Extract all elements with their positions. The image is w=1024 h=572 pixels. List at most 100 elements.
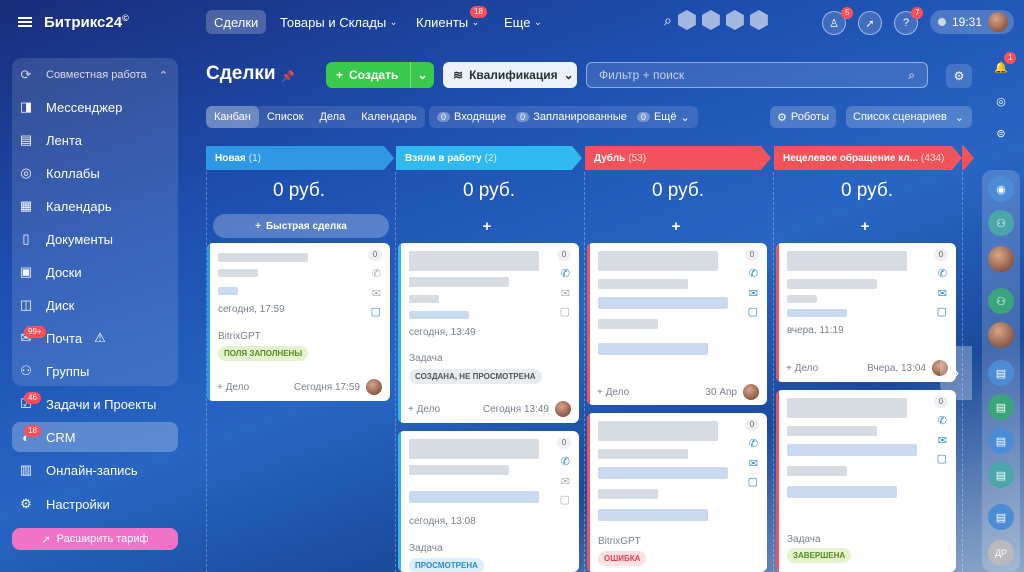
user-avatar[interactable] (988, 12, 1009, 32)
deal-card[interactable]: BitrixGPT ОШИБКА 0 ✆ ✉ ▢ (587, 413, 767, 572)
view-calendar[interactable]: Календарь (353, 106, 425, 128)
chevron-up-icon[interactable]: ⌃ (159, 69, 168, 82)
contact-avatar[interactable] (988, 322, 1014, 348)
sidebar-item-disk[interactable]: ◫ Диск (12, 290, 178, 320)
group-avatar[interactable]: ⚇ (988, 288, 1014, 314)
chat-icon[interactable]: ▢ (937, 305, 947, 318)
users-button[interactable]: ♙ 5 (822, 7, 854, 35)
filter-input[interactable] (587, 63, 887, 87)
deal-card[interactable]: сегодня, 13:08 Задача ПРОСМОТРЕНА 0 ✆ ✉ … (398, 431, 579, 572)
deal-card[interactable]: 0 ✆ ✉ ▢ + Дело 30 Апр (587, 243, 767, 405)
mail-icon[interactable]: ✉ (938, 434, 947, 447)
add-activity-link[interactable]: + Дело (408, 404, 440, 415)
tab-deals[interactable]: Сделки (206, 10, 267, 34)
phone-icon[interactable]: ✆ (938, 414, 947, 427)
rocket-button[interactable]: ➚ (858, 11, 882, 35)
responsible-avatar[interactable] (366, 379, 382, 395)
create-dropdown-toggle[interactable]: ⌄ (410, 62, 434, 88)
view-list[interactable]: Список (259, 106, 312, 128)
contact-card-icon[interactable]: ▤ (988, 428, 1014, 454)
clock-button[interactable]: 19:31 (930, 10, 1014, 34)
column-header-next[interactable] (962, 146, 974, 170)
mail-icon[interactable]: ✉ (938, 287, 947, 300)
help-button[interactable]: ? 7 (894, 7, 924, 35)
sidebar-item-tasks[interactable]: ☑ Задачи и Проекты 46 (12, 389, 178, 419)
sidebar-item-collabs[interactable]: ◎ Коллабы (12, 158, 178, 188)
deal-card[interactable]: сегодня, 17:59 BitrixGPT ПОЛЯ ЗАПОЛНЕНЫ … (207, 243, 390, 401)
mail-icon[interactable]: ✉ (372, 287, 381, 300)
search-icon[interactable]: ⌕ (908, 68, 915, 83)
scroll-right-arrow-icon[interactable]: › (940, 346, 972, 400)
menu-burger-icon[interactable] (18, 17, 32, 27)
counter-more[interactable]: 0 Ещё ⌄ (636, 111, 690, 124)
settings-button[interactable]: ⚙ (946, 64, 972, 88)
top-search[interactable]: ⌕ (664, 10, 768, 30)
phone-icon[interactable]: ✆ (749, 267, 758, 280)
contact-card-icon[interactable]: ▤ (988, 462, 1014, 488)
column-header-non-target[interactable]: Нецелевое обращение кл... (434) (774, 146, 962, 170)
phone-icon[interactable]: ✆ (749, 437, 758, 450)
column-header-duplicate[interactable]: Дубль (53) (585, 146, 771, 170)
tab-clients[interactable]: Клиенты ⌄ 18 (408, 6, 487, 34)
add-deal-plus-icon[interactable]: + (586, 218, 766, 235)
sidebar-item-crm[interactable]: ◐ CRM 18 (12, 422, 178, 452)
contact-avatar[interactable] (988, 246, 1014, 272)
chat-icon[interactable]: ▢ (560, 493, 570, 506)
deal-card[interactable]: Задача ЗАВЕРШЕНА 0 ✆ ✉ ▢ (776, 390, 956, 572)
counter-incoming[interactable]: 0 Входящие (437, 111, 506, 123)
mail-icon[interactable]: ✉ (749, 457, 758, 470)
chat-icon[interactable]: ▢ (937, 452, 947, 465)
create-button[interactable]: + Создать ⌄ (326, 62, 434, 88)
sidebar-item-settings[interactable]: ⚙ Настройки (12, 489, 178, 519)
view-kanban[interactable]: Канбан (206, 106, 259, 128)
sidebar-item-documents[interactable]: ▯ Документы (12, 224, 178, 254)
phone-icon[interactable]: ✆ (561, 455, 570, 468)
chat-icon[interactable]: ▢ (560, 305, 570, 318)
copilot-icon[interactable]: ◎ (988, 88, 1014, 114)
column-header-in-work[interactable]: Взяли в работу (2) (396, 146, 582, 170)
qualification-button[interactable]: ≋ Квалификация ⌄ (443, 62, 577, 88)
contact-card-icon[interactable]: ▤ (988, 360, 1014, 386)
sidebar-item-mail[interactable]: ✉ Почта ⚠ 99+ (12, 323, 178, 353)
phone-icon[interactable]: ✆ (561, 267, 570, 280)
sidebar-item-messenger[interactable]: ◨ Мессенджер (12, 92, 178, 122)
sidebar-item-feed[interactable]: ▤ Лента (12, 125, 178, 155)
search-icon[interactable]: ⌕ (664, 12, 672, 29)
mail-icon[interactable]: ✉ (561, 475, 570, 488)
phone-icon[interactable]: ✆ (372, 267, 381, 280)
filter-search[interactable]: ⌕ (586, 62, 928, 88)
sidebar-item-boards[interactable]: ▣ Доски (12, 257, 178, 287)
group-avatar[interactable]: ⚇ (988, 210, 1014, 236)
add-activity-link[interactable]: + Дело (597, 387, 629, 398)
sidebar-item-groups[interactable]: ⚇ Группы (12, 356, 178, 386)
responsible-avatar[interactable] (555, 401, 571, 417)
upgrade-button[interactable]: ➚ Расширить тариф (12, 528, 178, 550)
sidebar-group-header[interactable]: ⟳ Совместная работа ⌃ (12, 60, 178, 90)
add-deal-plus-icon[interactable]: + (397, 218, 577, 235)
contact-card-icon[interactable]: ▤ (988, 394, 1014, 420)
app-logo[interactable]: Битрикс24© (44, 13, 129, 31)
chat-icon[interactable]: ▢ (748, 305, 758, 318)
chat-search-icon[interactable]: ⊜ (988, 120, 1014, 146)
add-activity-link[interactable]: + Дело (786, 363, 818, 374)
responsible-avatar[interactable] (743, 384, 759, 400)
contact-card-icon[interactable]: ▤ (988, 504, 1014, 530)
tab-products[interactable]: Товары и Склады ⌄ (272, 10, 405, 34)
contact-avatar[interactable]: ◉ (988, 176, 1014, 202)
deal-card[interactable]: сегодня, 13:49 Задача СОЗДАНА, НЕ ПРОСМО… (398, 243, 579, 423)
deal-card[interactable]: вчера, 11:19 0 ✆ ✉ ▢ + Дело Вчера, 13:04 (776, 243, 956, 382)
sidebar-item-calendar[interactable]: ▦ Календарь (12, 191, 178, 221)
counter-planned[interactable]: 0 Запланированные (516, 111, 627, 123)
pin-icon[interactable]: 📌 (281, 70, 295, 83)
add-activity-link[interactable]: + Дело (217, 382, 249, 393)
view-activities[interactable]: Дела (311, 106, 353, 128)
sidebar-item-booking[interactable]: ▥ Онлайн-запись (12, 455, 178, 485)
contact-initials[interactable]: ДР (988, 540, 1014, 566)
robots-button[interactable]: ⚙ Роботы (770, 106, 836, 128)
chat-icon[interactable]: ▢ (371, 305, 381, 318)
chat-icon[interactable]: ▢ (748, 475, 758, 488)
add-deal-plus-icon[interactable]: + (775, 218, 955, 235)
tab-more[interactable]: Еще ⌄ (496, 10, 550, 34)
mail-icon[interactable]: ✉ (749, 287, 758, 300)
scenarios-button[interactable]: Список сценариев ⌄ (846, 106, 972, 128)
